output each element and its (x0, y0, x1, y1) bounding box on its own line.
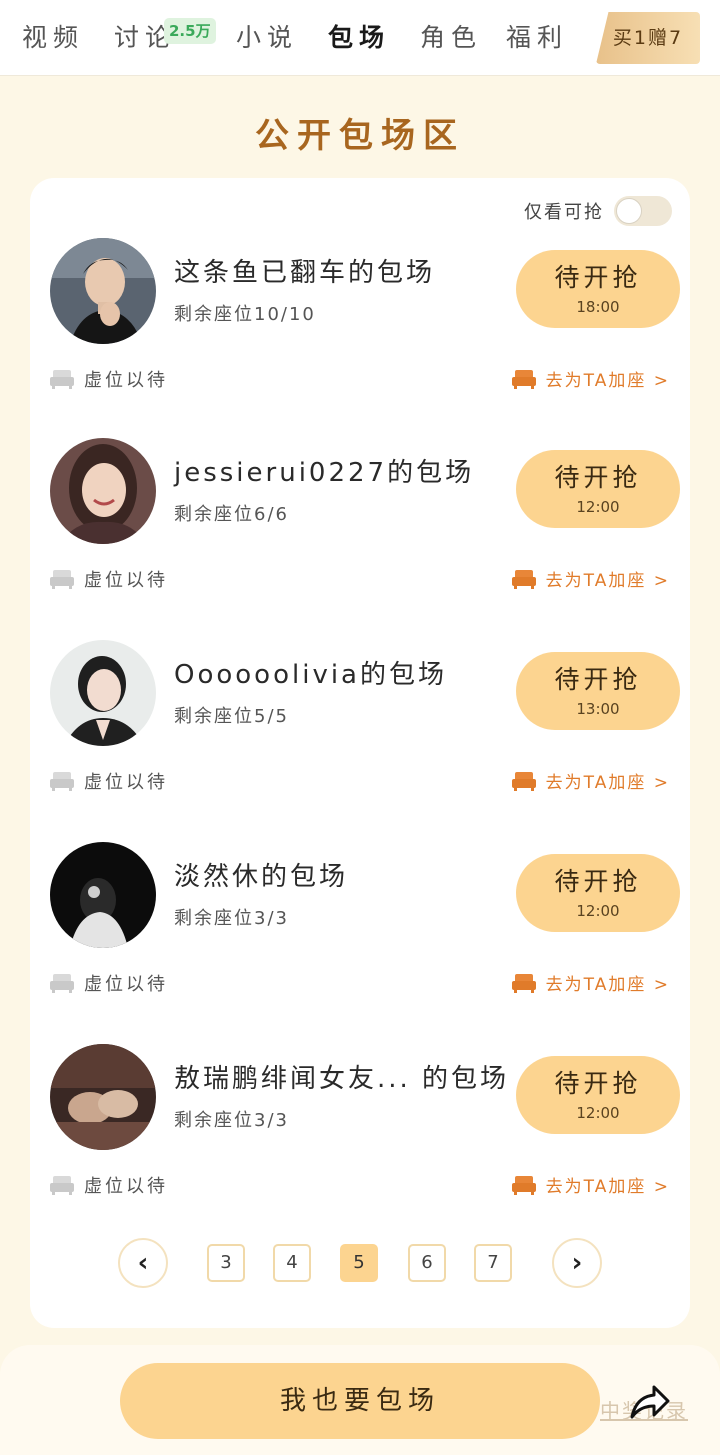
tab-private-screening[interactable]: 包场 (328, 18, 390, 58)
filter-available-only: 仅看可抢 (524, 196, 672, 226)
seat-icon (50, 974, 74, 993)
add-seat-label: 去为TA加座 > (545, 371, 670, 391)
grab-button[interactable]: 待开抢 18:00 (516, 250, 680, 328)
vacant-label: 虚位以待 (84, 1176, 168, 1197)
add-seat-label: 去为TA加座 > (545, 975, 670, 995)
grab-time: 12:00 (576, 902, 620, 920)
seat-icon (50, 1176, 74, 1195)
remaining-seats: 剩余座位5/5 (174, 706, 289, 727)
vacant-seat: 虚位以待 (50, 366, 168, 392)
share-icon[interactable] (628, 1381, 672, 1421)
vacant-label: 虚位以待 (84, 570, 168, 591)
sofa-icon (511, 369, 536, 389)
grab-time: 18:00 (576, 298, 620, 316)
host-name: 敖瑞鹏绯闻女友... 的包场 (174, 1064, 510, 1094)
sofa-icon (511, 1175, 536, 1195)
avatar[interactable] (50, 438, 156, 544)
vacant-label: 虚位以待 (84, 370, 168, 391)
vacant-seat: 虚位以待 (50, 768, 168, 794)
add-seat-link[interactable]: 去为TA加座 > (511, 566, 670, 591)
add-seat-link[interactable]: 去为TA加座 > (511, 1172, 670, 1197)
sofa-icon (511, 771, 536, 791)
sofa-icon (511, 973, 536, 993)
avatar[interactable] (50, 640, 156, 746)
tab-novel[interactable]: 小说 (236, 18, 298, 58)
next-page-button[interactable]: › (552, 1238, 602, 1288)
toggle-knob (616, 198, 642, 224)
screening-entry: Oooooolivia的包场 剩余座位5/5 待开抢 13:00 虚位以待 去为… (30, 640, 690, 842)
screening-entry: 敖瑞鹏绯闻女友... 的包场 剩余座位3/3 待开抢 12:00 虚位以待 去为… (30, 1044, 690, 1246)
page-button[interactable]: 7 (474, 1244, 512, 1282)
screening-list-card: 仅看可抢 这条鱼已翻车的包场 剩余座位10/10 待开抢 18:00 虚位以待 (30, 178, 690, 1328)
grab-label: 待开抢 (554, 1069, 642, 1098)
promo-button[interactable]: 买1赠7 (596, 12, 700, 64)
avatar[interactable] (50, 842, 156, 948)
discussion-count-badge: 2.5万 (164, 18, 216, 44)
grab-button[interactable]: 待开抢 13:00 (516, 652, 680, 730)
screening-entry: 淡然休的包场 剩余座位3/3 待开抢 12:00 虚位以待 去为TA加座 > (30, 842, 690, 1044)
grab-button[interactable]: 待开抢 12:00 (516, 854, 680, 932)
tab-character[interactable]: 角色 (420, 18, 482, 58)
grab-time: 12:00 (576, 498, 620, 516)
section-title: 公开包场区 (255, 116, 465, 156)
page-button[interactable]: 4 (273, 1244, 311, 1282)
screening-entry: jessierui0227的包场 剩余座位6/6 待开抢 12:00 虚位以待 … (30, 438, 690, 640)
grab-label: 待开抢 (554, 463, 642, 492)
tab-welfare[interactable]: 福利 (506, 18, 568, 58)
tab-video[interactable]: 视频 (22, 18, 84, 58)
host-name: 淡然休的包场 (174, 862, 349, 892)
grab-time: 12:00 (576, 1104, 620, 1122)
screening-entry: 这条鱼已翻车的包场 剩余座位10/10 待开抢 18:00 虚位以待 去为TA加… (30, 238, 690, 440)
sofa-icon (511, 569, 536, 589)
bottom-bar: 我也要包场 中奖记录 (0, 1345, 720, 1455)
vacant-seat: 虚位以待 (50, 970, 168, 996)
prev-page-button[interactable]: ‹ (118, 1238, 168, 1288)
filter-label: 仅看可抢 (524, 202, 604, 223)
grab-time: 13:00 (576, 700, 620, 718)
add-seat-link[interactable]: 去为TA加座 > (511, 970, 670, 995)
vacant-label: 虚位以待 (84, 772, 168, 793)
page-button-current[interactable]: 5 (340, 1244, 378, 1282)
vacant-seat: 虚位以待 (50, 1172, 168, 1198)
vacant-seat: 虚位以待 (50, 566, 168, 592)
grab-button[interactable]: 待开抢 12:00 (516, 1056, 680, 1134)
seat-icon (50, 772, 74, 791)
remaining-seats: 剩余座位6/6 (174, 504, 289, 525)
vacant-label: 虚位以待 (84, 974, 168, 995)
avatar[interactable] (50, 238, 156, 344)
add-seat-link[interactable]: 去为TA加座 > (511, 768, 670, 793)
seat-icon (50, 570, 74, 589)
seat-icon (50, 370, 74, 389)
remaining-seats: 剩余座位10/10 (174, 304, 316, 325)
page-button[interactable]: 6 (408, 1244, 446, 1282)
grab-button[interactable]: 待开抢 12:00 (516, 450, 680, 528)
host-name: 这条鱼已翻车的包场 (174, 258, 436, 288)
avatar[interactable] (50, 1044, 156, 1150)
filter-toggle[interactable] (614, 196, 672, 226)
remaining-seats: 剩余座位3/3 (174, 908, 289, 929)
host-name: jessierui0227的包场 (174, 458, 475, 488)
page-button[interactable]: 3 (207, 1244, 245, 1282)
pagination: ‹ 3 4 5 6 7 › (30, 1238, 690, 1288)
add-seat-label: 去为TA加座 > (545, 773, 670, 793)
grab-label: 待开抢 (554, 665, 642, 694)
grab-label: 待开抢 (554, 867, 642, 896)
grab-label: 待开抢 (554, 263, 642, 292)
host-name: Oooooolivia的包场 (174, 660, 447, 690)
add-seat-label: 去为TA加座 > (545, 1177, 670, 1197)
add-seat-label: 去为TA加座 > (545, 571, 670, 591)
top-tab-bar: 视频 讨论 2.5万 小说 包场 角色 福利 买1赠7 (0, 0, 720, 76)
add-seat-link[interactable]: 去为TA加座 > (511, 366, 670, 391)
remaining-seats: 剩余座位3/3 (174, 1110, 289, 1131)
create-screening-button[interactable]: 我也要包场 (120, 1363, 600, 1439)
